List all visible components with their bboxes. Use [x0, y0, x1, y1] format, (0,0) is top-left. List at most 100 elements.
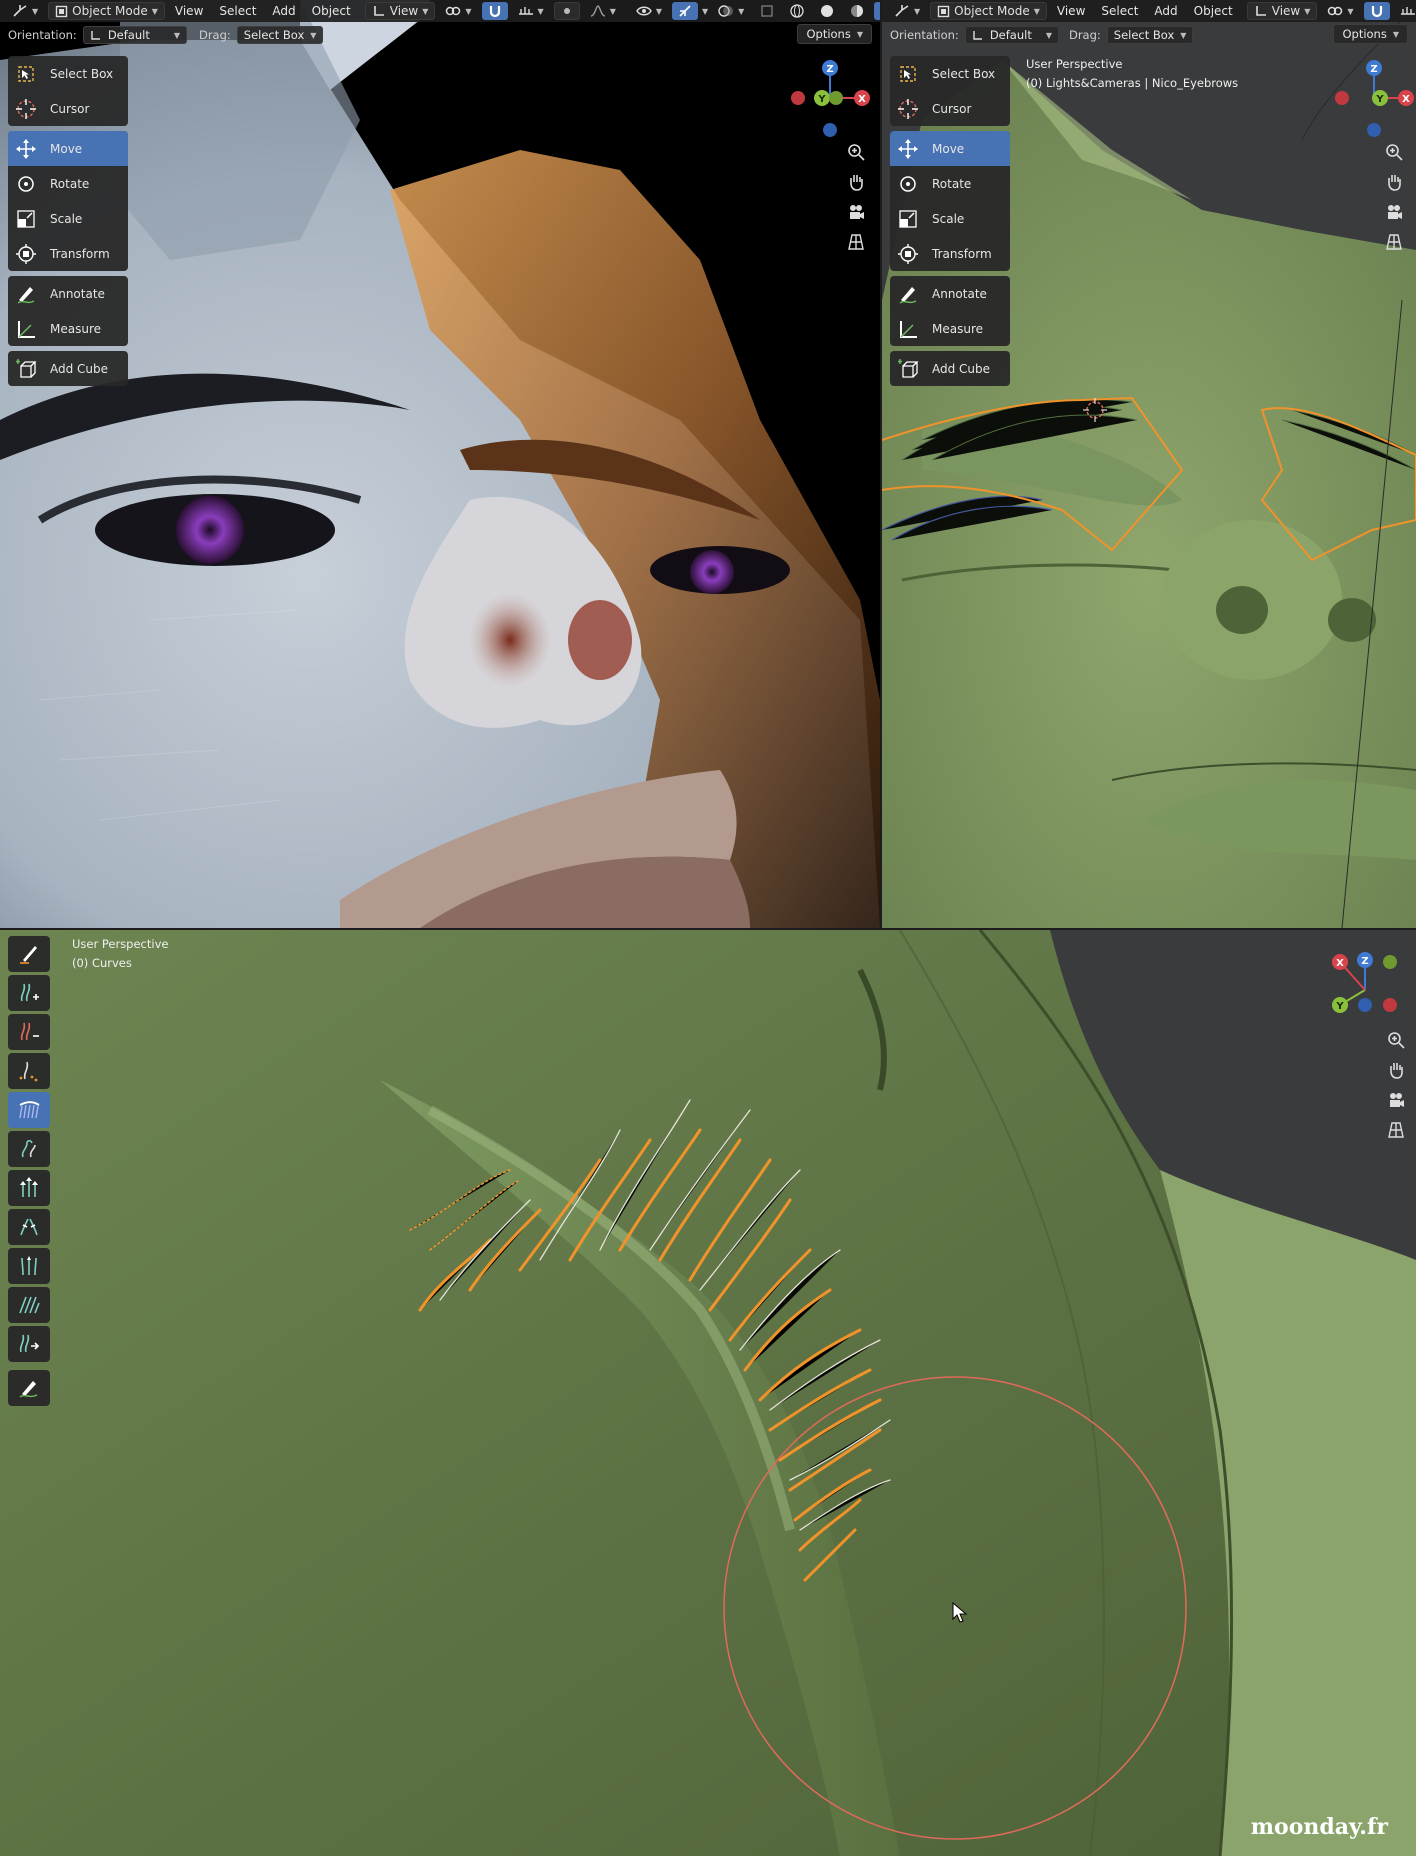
visibility-dropdown[interactable]: ▼: [630, 2, 668, 20]
tool-measure[interactable]: Measure: [890, 311, 1010, 346]
navigation-gizmo[interactable]: Z X Y: [1320, 950, 1400, 1030]
tool-add-curves[interactable]: [8, 975, 50, 1011]
tool-pinch[interactable]: [8, 1209, 50, 1245]
shading-material[interactable]: [844, 2, 870, 20]
navigation-controls: [844, 140, 868, 254]
menu-add[interactable]: Add: [1148, 4, 1183, 18]
viewport-info-bottom: User Perspective (0) Curves: [72, 935, 168, 973]
tool-transform[interactable]: Transform: [890, 236, 1010, 271]
grid-perspective-icon[interactable]: [1384, 1118, 1408, 1142]
navigation-gizmo[interactable]: Z X Y: [1334, 58, 1414, 138]
camera-icon[interactable]: [844, 200, 868, 224]
puff-icon: [21, 1256, 37, 1276]
tool-slide[interactable]: [8, 1326, 50, 1362]
mode-dropdown[interactable]: Object Mode ▼: [930, 2, 1047, 20]
tool-select-box[interactable]: Select Box: [890, 56, 1010, 91]
tool-select-box-label: Select Box: [932, 66, 996, 81]
shading-wireframe[interactable]: [784, 2, 810, 20]
tool-annotate[interactable]: [8, 1370, 50, 1406]
tool-smooth[interactable]: [8, 1287, 50, 1323]
navigation-gizmo[interactable]: Z X Y: [790, 58, 870, 138]
orientation-value: Default: [107, 28, 150, 42]
tool-rotate[interactable]: Rotate: [890, 166, 1010, 201]
overlay-toggle[interactable]: ▼: [712, 2, 750, 20]
tool-select-box[interactable]: Select Box: [8, 56, 128, 91]
tool-annotate[interactable]: Annotate: [890, 276, 1010, 311]
camera-icon[interactable]: [1384, 1088, 1408, 1112]
transform-orientation-dropdown[interactable]: View ▼: [1246, 2, 1318, 20]
snap-toggle[interactable]: [1363, 2, 1390, 20]
tool-cursor[interactable]: Cursor: [8, 91, 128, 126]
menu-object[interactable]: Object: [1188, 4, 1239, 18]
tool-transform-label: Transform: [50, 246, 110, 261]
zoom-icon[interactable]: [1384, 1028, 1408, 1052]
tool-add-cube[interactable]: Add Cube: [8, 351, 128, 386]
zoom-icon[interactable]: [844, 140, 868, 164]
xray-toggle[interactable]: [754, 2, 780, 20]
shading-rendered[interactable]: [874, 2, 880, 20]
tool-scale[interactable]: Scale: [8, 201, 128, 236]
drag-dropdown[interactable]: Select Box ▼: [1106, 26, 1194, 44]
menu-object[interactable]: Object: [306, 4, 357, 18]
tool-cursor[interactable]: Cursor: [890, 91, 1010, 126]
menu-add[interactable]: Add: [266, 4, 301, 18]
solid-viewport[interactable]: ▼ Object Mode ▼ View Select Add Object V…: [882, 0, 1416, 928]
falloff-dropdown[interactable]: ▼: [584, 2, 622, 20]
grid-perspective-icon[interactable]: [844, 230, 868, 254]
editor-type-button[interactable]: ▼: [888, 2, 926, 20]
tool-snake-hook[interactable]: [8, 1131, 50, 1167]
tool-transform[interactable]: Transform: [8, 236, 128, 271]
transform-orientation-dropdown[interactable]: View ▼: [364, 2, 436, 20]
tool-puff[interactable]: [8, 1248, 50, 1284]
orientation-dropdown[interactable]: Default ▼: [964, 26, 1059, 44]
gizmo-neg-y-icon: [1383, 955, 1397, 969]
mode-dropdown[interactable]: Object Mode ▼: [48, 2, 165, 20]
tool-selection-paint[interactable]: [8, 936, 50, 972]
grid-perspective-icon[interactable]: [1382, 230, 1406, 254]
scale-icon: [17, 209, 35, 228]
tool-measure[interactable]: Measure: [8, 311, 128, 346]
editor-type-button[interactable]: ▼: [6, 2, 44, 20]
pan-hand-icon[interactable]: [1384, 1058, 1408, 1082]
xray-icon: [761, 5, 774, 17]
options-dropdown[interactable]: Options ▼: [1333, 24, 1408, 44]
tool-rotate[interactable]: Rotate: [8, 166, 128, 201]
gizmo-toggle[interactable]: [672, 2, 699, 20]
tool-scale[interactable]: Scale: [890, 201, 1010, 236]
tool-move[interactable]: Move: [8, 131, 128, 166]
pivot-dropdown[interactable]: ▼: [1321, 2, 1359, 20]
tool-cursor-label: Cursor: [50, 101, 90, 116]
select-box-icon: [18, 65, 34, 82]
curves-sculpt-viewport[interactable]: User Perspective (0) Curves Z X Y moonda…: [0, 930, 1416, 1856]
menu-view[interactable]: View: [169, 4, 209, 18]
pan-hand-icon[interactable]: [844, 170, 868, 194]
gizmo-dropdown-chevron[interactable]: ▼: [702, 7, 708, 16]
tool-move[interactable]: Move: [890, 131, 1010, 166]
tool-density[interactable]: [8, 1053, 50, 1089]
gizmo-neg-x-icon: [1335, 91, 1349, 105]
shading-solid[interactable]: [814, 2, 840, 20]
camera-icon[interactable]: [1382, 200, 1406, 224]
tool-delete-curves[interactable]: [8, 1014, 50, 1050]
drag-dropdown[interactable]: Select Box ▼: [236, 26, 324, 44]
snap-toggle[interactable]: [481, 2, 508, 20]
menu-select[interactable]: Select: [1095, 4, 1144, 18]
pivot-dropdown[interactable]: ▼: [439, 2, 477, 20]
render-viewport[interactable]: ▼ Object Mode ▼ View Select Add Object V…: [0, 0, 880, 928]
tool-move-label: Move: [932, 141, 965, 156]
tool-comb[interactable]: [8, 1092, 50, 1128]
pan-hand-icon[interactable]: [1382, 170, 1406, 194]
transform-icon: [898, 243, 918, 264]
snap-target-dropdown[interactable]: ▼: [512, 2, 550, 20]
snap-target-dropdown[interactable]: [1394, 2, 1416, 20]
tool-add-cube[interactable]: Add Cube: [890, 351, 1010, 386]
options-dropdown[interactable]: Options ▼: [797, 24, 872, 44]
falloff-curve-icon: [590, 5, 605, 17]
tool-annotate[interactable]: Annotate: [8, 276, 128, 311]
orientation-dropdown[interactable]: Default ▼: [82, 26, 187, 44]
menu-view[interactable]: View: [1051, 4, 1091, 18]
menu-select[interactable]: Select: [213, 4, 262, 18]
proportional-edit-toggle[interactable]: [553, 2, 580, 20]
zoom-icon[interactable]: [1382, 140, 1406, 164]
tool-grow-shrink[interactable]: [8, 1170, 50, 1206]
